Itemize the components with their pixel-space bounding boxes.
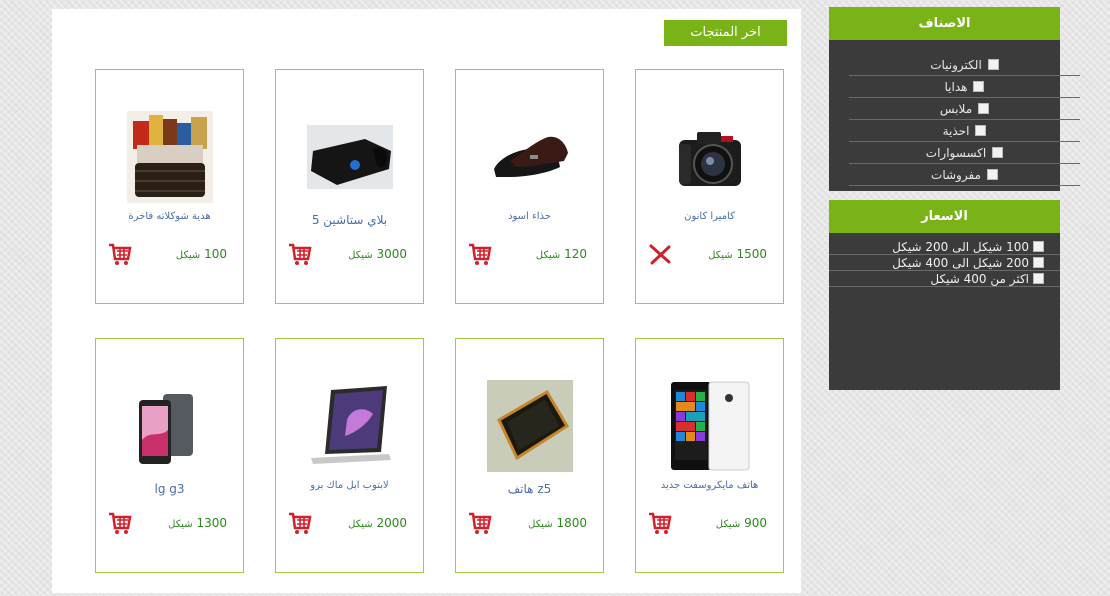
product-card[interactable]: كاميرا كانون 1500 شيكل	[635, 69, 784, 304]
checkbox[interactable]	[973, 81, 985, 92]
macbook-image[interactable]	[306, 379, 394, 473]
cart-icon[interactable]	[108, 242, 132, 266]
category-item[interactable]: اكسسوارات	[849, 142, 1080, 164]
product-card[interactable]: حذاء اسود 120 شيكل	[455, 69, 604, 304]
cart-icon[interactable]	[468, 242, 492, 266]
checkbox[interactable]	[975, 125, 987, 136]
remove-icon[interactable]	[648, 242, 672, 266]
product-card[interactable]: هدية شوكلاته فاخرة 100 شيكل	[95, 69, 244, 304]
product-name[interactable]: هاتف مايكروسفت جديد	[640, 480, 779, 491]
product-name[interactable]: لابتوب ابل ماك برو	[280, 480, 419, 491]
cart-icon[interactable]	[288, 511, 312, 535]
checkbox[interactable]	[986, 169, 998, 180]
shoes-image[interactable]	[486, 110, 574, 204]
category-item[interactable]: هدايا	[849, 76, 1080, 98]
console-image[interactable]	[306, 110, 394, 204]
product-name[interactable]: بلاي ستاشين 5	[280, 213, 419, 227]
product-card[interactable]: هاتف مايكروسفت جديد 900 شيكل	[635, 338, 784, 573]
product-price: 2000 شيكل	[348, 516, 407, 530]
product-name[interactable]: z5 هاتف	[460, 482, 599, 496]
price-range-item[interactable]: 200 شيكل الى 400 شيكل	[829, 255, 1060, 271]
latest-products-title: اخر المنتجات	[664, 20, 787, 46]
checkbox[interactable]	[992, 147, 1004, 158]
lg-phone-image[interactable]	[126, 379, 214, 473]
cart-icon[interactable]	[648, 511, 672, 535]
basket-image[interactable]	[126, 110, 214, 204]
product-price: 100 شيكل	[175, 247, 227, 261]
categories-panel: الاصناف الكترونيات هدايا ملابس احذية اكس…	[829, 7, 1080, 191]
product-name[interactable]: كاميرا كانون	[640, 211, 779, 222]
product-price: 3000 شيكل	[348, 247, 407, 261]
product-card[interactable]: z5 هاتف 1800 شيكل	[455, 338, 604, 573]
product-card[interactable]: lg g3 1300 شيكل	[95, 338, 244, 573]
price-range-item[interactable]: اكثر من 400 شيكل	[829, 271, 1060, 287]
z5-phone-image[interactable]	[486, 379, 574, 473]
camera-image[interactable]	[666, 110, 754, 204]
checkbox[interactable]	[1033, 257, 1044, 268]
category-item[interactable]: الكترونيات	[849, 54, 1080, 76]
lumia-image[interactable]	[666, 379, 754, 473]
categories-list: الكترونيات هدايا ملابس احذية اكسسوارات م…	[829, 40, 1080, 186]
cart-icon[interactable]	[468, 511, 492, 535]
product-price: 1800 شيكل	[528, 516, 587, 530]
category-item[interactable]: احذية	[849, 120, 1080, 142]
product-card[interactable]: لابتوب ابل ماك برو 2000 شيكل	[275, 338, 424, 573]
product-price: 900 شيكل	[715, 516, 767, 530]
product-price: 1500 شيكل	[708, 247, 767, 261]
price-range-item[interactable]: 100 شيكل الى 200 شيكل	[829, 239, 1060, 255]
cart-icon[interactable]	[108, 511, 132, 535]
product-price: 120 شيكل	[535, 247, 587, 261]
checkbox[interactable]	[1033, 273, 1044, 284]
prices-list: 100 شيكل الى 200 شيكل 200 شيكل الى 400 ش…	[829, 233, 1060, 287]
product-card[interactable]: بلاي ستاشين 5 3000 شيكل	[275, 69, 424, 304]
product-name[interactable]: حذاء اسود	[460, 211, 599, 222]
product-name[interactable]: هدية شوكلاته فاخرة	[100, 211, 239, 222]
category-item[interactable]: ملابس	[849, 98, 1080, 120]
latest-products-section: اخر المنتجات كاميرا كانون 1500 شيكل حذاء…	[52, 9, 801, 593]
product-name[interactable]: lg g3	[100, 482, 239, 496]
category-item[interactable]: مفروشات	[849, 164, 1080, 186]
product-price: 1300 شيكل	[168, 516, 227, 530]
categories-title: الاصناف	[829, 7, 1060, 40]
prices-title: الاسعار	[829, 200, 1060, 233]
prices-panel: الاسعار 100 شيكل الى 200 شيكل 200 شيكل ا…	[829, 200, 1060, 390]
checkbox[interactable]	[987, 59, 999, 70]
cart-icon[interactable]	[288, 242, 312, 266]
checkbox[interactable]	[978, 103, 990, 114]
checkbox[interactable]	[1033, 241, 1044, 252]
